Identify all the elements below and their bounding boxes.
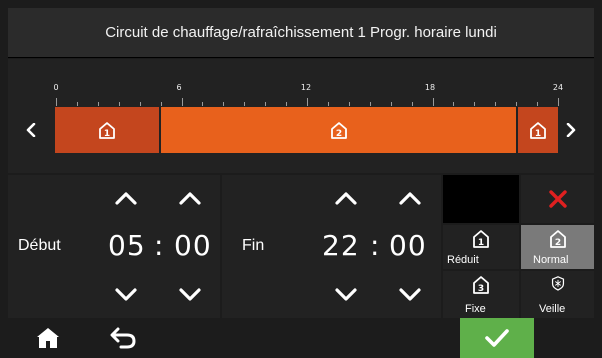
chevron-up-icon bbox=[399, 192, 421, 205]
hour-tick bbox=[76, 102, 78, 106]
hour-tick bbox=[118, 102, 120, 106]
hour-tick bbox=[223, 102, 225, 106]
chevron-up-icon bbox=[335, 192, 357, 205]
end-minutes-value[interactable]: 00 bbox=[389, 229, 427, 262]
house-reduced-icon: 1 bbox=[473, 230, 489, 248]
title-bar: Circuit de chauffage/rafraîchissement 1 … bbox=[8, 8, 594, 58]
tick-label: 24 bbox=[552, 83, 564, 92]
mode-reduit-label: Réduit bbox=[447, 254, 479, 266]
hour-tick bbox=[537, 102, 539, 106]
mode-veille-button[interactable]: Veille bbox=[521, 271, 594, 318]
chevron-right-icon bbox=[566, 123, 576, 137]
chevron-down-icon bbox=[335, 288, 357, 301]
tick-label: 0 bbox=[53, 83, 59, 92]
hour-tick bbox=[97, 102, 99, 106]
timeline-prev-button[interactable] bbox=[20, 117, 42, 143]
house-reduced-icon: 1 bbox=[530, 122, 546, 139]
tick-label: 12 bbox=[300, 83, 312, 92]
hour-tick bbox=[56, 98, 57, 106]
close-icon bbox=[548, 190, 567, 208]
end-label: Fin bbox=[242, 237, 265, 254]
start-time-cell: Début 05 : 00 bbox=[8, 175, 220, 318]
checkmark-icon bbox=[485, 329, 509, 347]
chevron-up-icon bbox=[179, 192, 201, 205]
hour-tick bbox=[181, 98, 183, 106]
hour-tick bbox=[139, 102, 141, 106]
mode-number: 2 bbox=[554, 238, 560, 248]
end-minutes-down-button[interactable] bbox=[390, 282, 430, 308]
segment-mode-number: 2 bbox=[335, 129, 341, 139]
chevron-up-icon bbox=[115, 192, 137, 205]
start-hours-value[interactable]: 05 bbox=[108, 229, 146, 262]
hour-tick bbox=[516, 102, 518, 106]
hour-tick bbox=[411, 102, 413, 106]
hour-tick bbox=[286, 102, 288, 106]
screen: Circuit de chauffage/rafraîchissement 1 … bbox=[0, 0, 602, 358]
start-hours-up-button[interactable] bbox=[106, 185, 146, 211]
hour-tick bbox=[348, 102, 350, 106]
delete-button[interactable] bbox=[521, 175, 594, 223]
segment-mode-number: 1 bbox=[104, 129, 110, 139]
timeline-next-button[interactable] bbox=[560, 117, 582, 143]
end-separator: : bbox=[370, 229, 381, 262]
home-button[interactable] bbox=[28, 318, 68, 358]
timeline-segment-normal[interactable]: 2 bbox=[161, 107, 516, 153]
hour-tick bbox=[432, 98, 434, 106]
hour-tick bbox=[202, 102, 204, 106]
page-title: Circuit de chauffage/rafraîchissement 1 … bbox=[105, 24, 497, 41]
start-minutes-down-button[interactable] bbox=[170, 282, 210, 308]
house-normal-icon: 2 bbox=[549, 230, 566, 248]
start-minutes-up-button[interactable] bbox=[170, 185, 210, 211]
end-hours-down-button[interactable] bbox=[326, 282, 366, 308]
house-normal-icon: 2 bbox=[330, 122, 347, 139]
mode-number: 3 bbox=[478, 284, 484, 294]
home-icon bbox=[37, 328, 59, 348]
end-time-cell: Fin 22 : 00 bbox=[222, 175, 441, 318]
chevron-down-icon bbox=[399, 288, 421, 301]
hour-tick bbox=[453, 102, 455, 106]
mode-fixe-label: Fixe bbox=[465, 303, 486, 315]
mode-fixe-button[interactable]: 3 Fixe bbox=[443, 271, 519, 318]
segment-mode-number: 1 bbox=[535, 129, 541, 139]
hour-tick bbox=[558, 98, 559, 106]
confirm-button[interactable] bbox=[460, 318, 534, 358]
chevron-down-icon bbox=[115, 288, 137, 301]
hour-tick bbox=[244, 102, 246, 106]
end-hours-value[interactable]: 22 bbox=[322, 229, 360, 262]
back-arrow-icon bbox=[110, 327, 136, 349]
timeline-segment-reduced[interactable]: 1 bbox=[518, 107, 558, 153]
empty-slot bbox=[443, 175, 519, 223]
mode-veille-label: Veille bbox=[539, 303, 566, 315]
bottom-bar bbox=[0, 318, 602, 358]
timeline-panel: 0 6 12 18 24 1 2 1 bbox=[8, 59, 594, 173]
start-separator: : bbox=[154, 229, 165, 262]
hour-tick bbox=[369, 102, 371, 106]
mode-normal-label: Normal bbox=[533, 254, 569, 266]
tick-label: 6 bbox=[176, 83, 182, 92]
hour-tick bbox=[265, 102, 267, 106]
hour-tick bbox=[327, 102, 329, 106]
chevron-left-icon bbox=[26, 123, 36, 137]
frost-shield-icon bbox=[551, 276, 564, 291]
house-fixed-icon: 3 bbox=[473, 276, 489, 294]
hour-tick bbox=[495, 102, 497, 106]
mode-reduit-button[interactable]: 1 Réduit bbox=[443, 225, 519, 269]
end-minutes-up-button[interactable] bbox=[390, 185, 430, 211]
back-button[interactable] bbox=[100, 318, 146, 358]
chevron-down-icon bbox=[179, 288, 201, 301]
start-hours-down-button[interactable] bbox=[106, 282, 146, 308]
tick-label: 18 bbox=[424, 83, 436, 92]
timeline-segment-reduced[interactable]: 1 bbox=[55, 107, 159, 153]
hour-tick bbox=[390, 102, 392, 106]
end-hours-up-button[interactable] bbox=[326, 185, 366, 211]
hour-tick bbox=[160, 102, 162, 106]
mode-number: 1 bbox=[478, 238, 484, 248]
hour-tick bbox=[307, 98, 308, 106]
start-label: Début bbox=[18, 237, 61, 254]
hour-tick bbox=[474, 102, 476, 106]
start-minutes-value[interactable]: 00 bbox=[174, 229, 212, 262]
time-edit-panel: Début 05 : 00 Fin 22 : 00 1 Réduit 2 Nor… bbox=[8, 175, 594, 318]
mode-normal-button[interactable]: 2 Normal bbox=[521, 225, 594, 269]
house-reduced-icon: 1 bbox=[99, 122, 115, 139]
